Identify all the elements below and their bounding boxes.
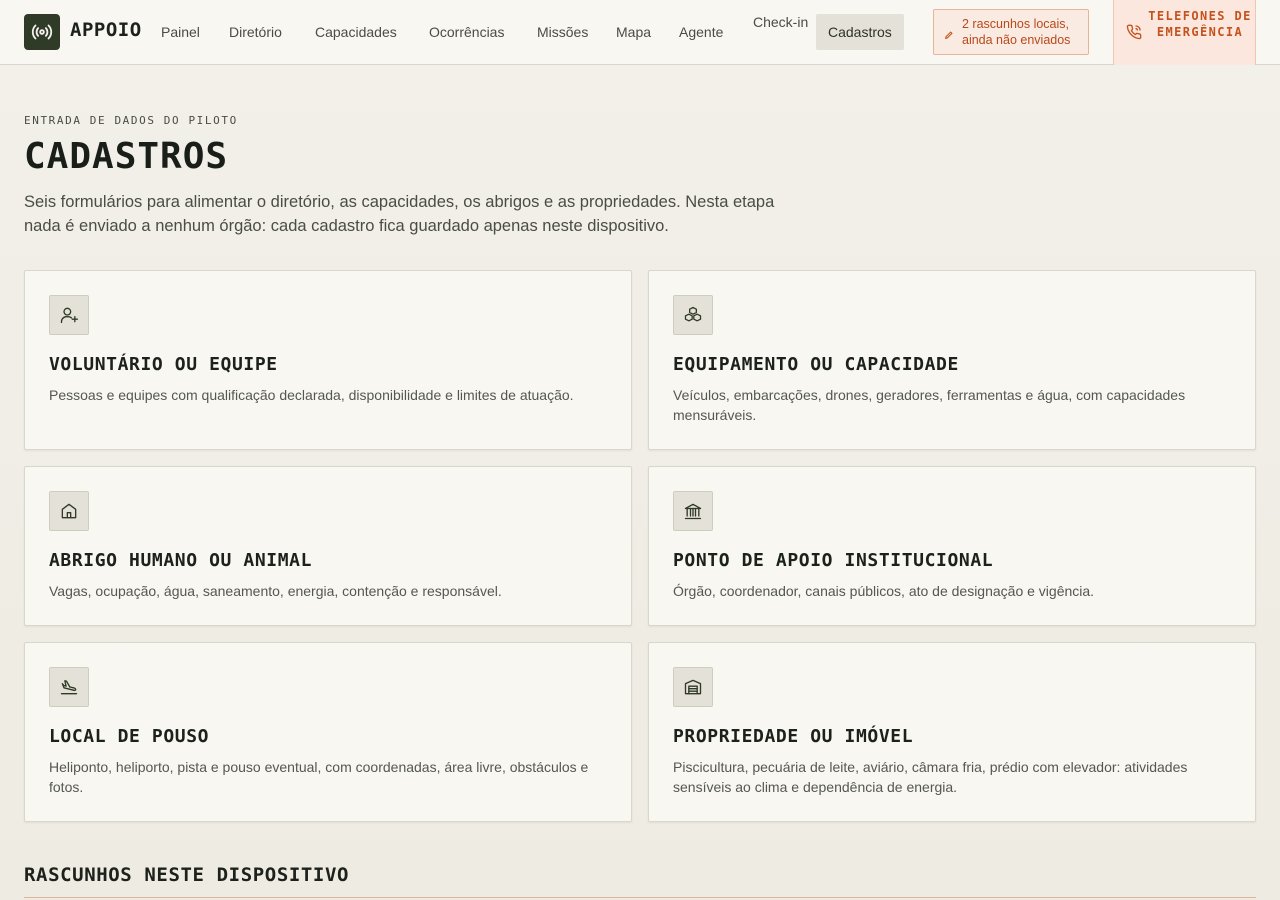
card-title: VOLUNTÁRIO OU EQUIPE [49, 354, 278, 375]
card-description: Heliponto, heliporto, pista e pouso even… [49, 759, 589, 795]
page-title: CADASTROS [24, 136, 229, 177]
nav-item-cadastros[interactable]: Cadastros [816, 14, 904, 50]
card-title: ABRIGO HUMANO OU ANIMAL [49, 550, 313, 571]
nav-item-mapa[interactable]: Mapa [616, 14, 651, 50]
broadcast-icon[interactable] [24, 14, 60, 50]
card-title: EQUIPAMENTO OU CAPACIDADE [673, 354, 959, 375]
phone-icon [1126, 24, 1142, 45]
nav-item-agente[interactable]: Agente [679, 14, 723, 50]
nav-item-capacidades[interactable]: Capacidades [315, 14, 397, 50]
pencil-icon [944, 27, 954, 40]
card-shelter[interactable]: ABRIGO HUMANO OU ANIMAL Vagas, ocupação,… [24, 466, 632, 626]
card-property[interactable]: PROPRIEDADE OU IMÓVEL Piscicultura, pecu… [648, 642, 1256, 822]
card-institutional-support-point[interactable]: PONTO DE APOIO INSTITUCIONAL Órgão, coor… [648, 466, 1256, 626]
drafts-section-title: RASCUNHOS NESTE DISPOSITIVO [24, 864, 350, 886]
plane-landing-icon [49, 667, 89, 707]
emergency-phones-label: TELEFONES DE EMERGÊNCIA [1148, 9, 1252, 39]
page-description: Seis formulários para alimentar o diretó… [24, 193, 775, 235]
card-description: Piscicultura, pecuária de leite, aviário… [673, 759, 1188, 795]
drafts-badge-text: 2 rascunhos locais, ainda não enviados [962, 17, 1071, 47]
nav-item-diretorio[interactable]: Diretório [229, 14, 282, 50]
brand-name[interactable]: APPOIO [70, 19, 142, 41]
warehouse-icon [673, 667, 713, 707]
nav-item-painel[interactable]: Painel [161, 14, 200, 50]
card-title: LOCAL DE POUSO [49, 726, 210, 747]
card-description: Vagas, ocupação, água, saneamento, energ… [49, 583, 502, 599]
card-title: PONTO DE APOIO INSTITUCIONAL [673, 550, 994, 571]
user-plus-icon [49, 295, 89, 335]
card-description: Órgão, coordenador, canais públicos, ato… [673, 583, 1095, 599]
local-drafts-badge[interactable]: 2 rascunhos locais, ainda não enviados [933, 9, 1089, 55]
landmark-icon [673, 491, 713, 531]
emergency-phones-button[interactable]: TELEFONES DE EMERGÊNCIA [1113, 0, 1256, 65]
card-description: Pessoas e equipes com qualificação decla… [49, 387, 574, 403]
nav-item-missoes[interactable]: Missões [537, 14, 588, 50]
nav-item-ocorrencias[interactable]: Ocorrências [429, 14, 504, 50]
top-navigation-bar: APPOIO Painel Diretório Capacidades Ocor… [0, 0, 1280, 65]
nav-item-check-in[interactable]: Check-in [753, 12, 809, 32]
card-description: Veículos, embarcações, drones, geradores… [673, 387, 1186, 423]
card-volunteer-or-team[interactable]: VOLUNTÁRIO OU EQUIPE Pessoas e equipes c… [24, 270, 632, 450]
home-icon [49, 491, 89, 531]
card-landing-site[interactable]: LOCAL DE POUSO Heliponto, heliporto, pis… [24, 642, 632, 822]
page-eyebrow: ENTRADA DE DADOS DO PILOTO [24, 114, 238, 127]
card-title: PROPRIEDADE OU IMÓVEL [673, 726, 914, 747]
boxes-icon [673, 295, 713, 335]
card-equipment-or-capacity[interactable]: EQUIPAMENTO OU CAPACIDADE Veículos, emba… [648, 270, 1256, 450]
